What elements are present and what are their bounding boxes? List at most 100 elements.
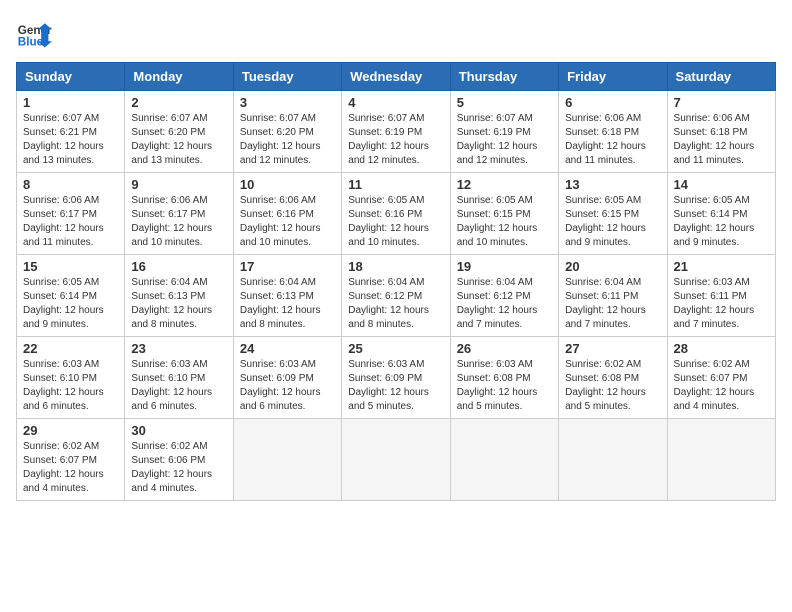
day-cell-1: 1Sunrise: 6:07 AMSunset: 6:21 PMDaylight…	[17, 91, 125, 173]
day-info: Sunrise: 6:06 AMSunset: 6:18 PMDaylight:…	[674, 112, 769, 168]
weekday-thursday: Thursday	[450, 63, 558, 91]
day-info: Sunrise: 6:06 AMSunset: 6:18 PMDaylight:…	[565, 112, 660, 168]
day-cell-3: 3 Sunrise: 6:07 AMSunset: 6:20 PMDaylight…	[233, 91, 341, 173]
day-cell-9: 9 Sunrise: 6:06 AMSunset: 6:17 PMDaylight…	[125, 173, 233, 255]
day-cell-13: 13 Sunrise: 6:05 AMSunset: 6:15 PMDayligh…	[559, 173, 667, 255]
day-number: 18	[348, 259, 443, 274]
day-cell-25: 25 Sunrise: 6:03 AMSunset: 6:09 PMDayligh…	[342, 337, 450, 419]
day-cell-19: 19 Sunrise: 6:04 AMSunset: 6:12 PMDayligh…	[450, 255, 558, 337]
day-number: 11	[348, 177, 443, 192]
day-cell-17: 17 Sunrise: 6:04 AMSunset: 6:13 PMDayligh…	[233, 255, 341, 337]
empty-cell	[559, 419, 667, 501]
day-cell-8: 8 Sunrise: 6:06 AMSunset: 6:17 PMDaylight…	[17, 173, 125, 255]
day-number: 6	[565, 95, 660, 110]
day-number: 9	[131, 177, 226, 192]
day-info: Sunrise: 6:02 AMSunset: 6:08 PMDaylight:…	[565, 358, 660, 414]
day-cell-12: 12 Sunrise: 6:05 AMSunset: 6:15 PMDayligh…	[450, 173, 558, 255]
day-info: Sunrise: 6:03 AMSunset: 6:10 PMDaylight:…	[131, 358, 226, 414]
day-number: 5	[457, 95, 552, 110]
logo-icon: General Blue	[16, 16, 52, 52]
empty-cell	[450, 419, 558, 501]
weekday-friday: Friday	[559, 63, 667, 91]
day-number: 2	[131, 95, 226, 110]
day-cell-18: 18 Sunrise: 6:04 AMSunset: 6:12 PMDayligh…	[342, 255, 450, 337]
day-info: Sunrise: 6:04 AMSunset: 6:13 PMDaylight:…	[240, 276, 335, 332]
week-row-4: 22 Sunrise: 6:03 AMSunset: 6:10 PMDayligh…	[17, 337, 776, 419]
day-number: 19	[457, 259, 552, 274]
weekday-wednesday: Wednesday	[342, 63, 450, 91]
day-cell-27: 27 Sunrise: 6:02 AMSunset: 6:08 PMDayligh…	[559, 337, 667, 419]
day-cell-26: 26 Sunrise: 6:03 AMSunset: 6:08 PMDayligh…	[450, 337, 558, 419]
day-cell-15: 15 Sunrise: 6:05 AMSunset: 6:14 PMDayligh…	[17, 255, 125, 337]
day-number: 30	[131, 423, 226, 438]
empty-cell	[342, 419, 450, 501]
day-number: 3	[240, 95, 335, 110]
day-number: 14	[674, 177, 769, 192]
day-number: 23	[131, 341, 226, 356]
day-cell-24: 24 Sunrise: 6:03 AMSunset: 6:09 PMDayligh…	[233, 337, 341, 419]
day-info: Sunrise: 6:07 AMSunset: 6:20 PMDaylight:…	[240, 112, 335, 168]
day-info: Sunrise: 6:05 AMSunset: 6:14 PMDaylight:…	[23, 276, 118, 332]
empty-cell	[233, 419, 341, 501]
day-number: 16	[131, 259, 226, 274]
day-info: Sunrise: 6:07 AMSunset: 6:19 PMDaylight:…	[348, 112, 443, 168]
day-cell-4: 4 Sunrise: 6:07 AMSunset: 6:19 PMDaylight…	[342, 91, 450, 173]
day-cell-23: 23 Sunrise: 6:03 AMSunset: 6:10 PMDayligh…	[125, 337, 233, 419]
day-info: Sunrise: 6:05 AMSunset: 6:14 PMDaylight:…	[674, 194, 769, 250]
day-number: 8	[23, 177, 118, 192]
day-cell-20: 20Sunrise: 6:04 AMSunset: 6:11 PMDayligh…	[559, 255, 667, 337]
day-info: Sunrise: 6:04 AMSunset: 6:12 PMDaylight:…	[457, 276, 552, 332]
calendar-body: 1Sunrise: 6:07 AMSunset: 6:21 PMDaylight…	[17, 91, 776, 501]
week-row-2: 8 Sunrise: 6:06 AMSunset: 6:17 PMDaylight…	[17, 173, 776, 255]
day-number: 22	[23, 341, 118, 356]
day-info: Sunrise: 6:03 AMSunset: 6:11 PMDaylight:…	[674, 276, 769, 332]
day-number: 12	[457, 177, 552, 192]
day-info: Sunrise: 6:02 AMSunset: 6:07 PMDaylight:…	[23, 440, 118, 496]
day-number: 26	[457, 341, 552, 356]
day-cell-11: 11 Sunrise: 6:05 AMSunset: 6:16 PMDayligh…	[342, 173, 450, 255]
day-cell-6: 6 Sunrise: 6:06 AMSunset: 6:18 PMDaylight…	[559, 91, 667, 173]
day-cell-29: 29Sunrise: 6:02 AMSunset: 6:07 PMDayligh…	[17, 419, 125, 501]
day-info: Sunrise: 6:06 AMSunset: 6:16 PMDaylight:…	[240, 194, 335, 250]
day-info: Sunrise: 6:05 AMSunset: 6:15 PMDaylight:…	[565, 194, 660, 250]
day-number: 13	[565, 177, 660, 192]
day-info: Sunrise: 6:07 AMSunset: 6:20 PMDaylight:…	[131, 112, 226, 168]
day-number: 28	[674, 341, 769, 356]
day-cell-10: 10 Sunrise: 6:06 AMSunset: 6:16 PMDayligh…	[233, 173, 341, 255]
day-number: 10	[240, 177, 335, 192]
empty-cell	[667, 419, 775, 501]
week-row-1: 1Sunrise: 6:07 AMSunset: 6:21 PMDaylight…	[17, 91, 776, 173]
day-number: 25	[348, 341, 443, 356]
day-number: 7	[674, 95, 769, 110]
day-info: Sunrise: 6:07 AMSunset: 6:19 PMDaylight:…	[457, 112, 552, 168]
day-info: Sunrise: 6:02 AMSunset: 6:07 PMDaylight:…	[674, 358, 769, 414]
day-info: Sunrise: 6:05 AMSunset: 6:15 PMDaylight:…	[457, 194, 552, 250]
weekday-saturday: Saturday	[667, 63, 775, 91]
logo: General Blue	[16, 16, 52, 52]
day-cell-28: 28 Sunrise: 6:02 AMSunset: 6:07 PMDayligh…	[667, 337, 775, 419]
day-info: Sunrise: 6:02 AMSunset: 6:06 PMDaylight:…	[131, 440, 226, 496]
day-number: 17	[240, 259, 335, 274]
day-cell-14: 14 Sunrise: 6:05 AMSunset: 6:14 PMDayligh…	[667, 173, 775, 255]
day-info: Sunrise: 6:04 AMSunset: 6:12 PMDaylight:…	[348, 276, 443, 332]
day-cell-22: 22Sunrise: 6:03 AMSunset: 6:10 PMDayligh…	[17, 337, 125, 419]
day-info: Sunrise: 6:03 AMSunset: 6:09 PMDaylight:…	[240, 358, 335, 414]
weekday-sunday: Sunday	[17, 63, 125, 91]
day-info: Sunrise: 6:07 AMSunset: 6:21 PMDaylight:…	[23, 112, 118, 168]
day-number: 27	[565, 341, 660, 356]
day-info: Sunrise: 6:04 AMSunset: 6:11 PMDaylight:…	[565, 276, 660, 332]
day-info: Sunrise: 6:05 AMSunset: 6:16 PMDaylight:…	[348, 194, 443, 250]
day-info: Sunrise: 6:03 AMSunset: 6:08 PMDaylight:…	[457, 358, 552, 414]
day-info: Sunrise: 6:03 AMSunset: 6:09 PMDaylight:…	[348, 358, 443, 414]
day-cell-5: 5 Sunrise: 6:07 AMSunset: 6:19 PMDaylight…	[450, 91, 558, 173]
day-info: Sunrise: 6:06 AMSunset: 6:17 PMDaylight:…	[23, 194, 118, 250]
day-number: 4	[348, 95, 443, 110]
day-number: 15	[23, 259, 118, 274]
week-row-5: 29Sunrise: 6:02 AMSunset: 6:07 PMDayligh…	[17, 419, 776, 501]
day-number: 24	[240, 341, 335, 356]
day-cell-21: 21Sunrise: 6:03 AMSunset: 6:11 PMDayligh…	[667, 255, 775, 337]
day-cell-2: 2 Sunrise: 6:07 AMSunset: 6:20 PMDaylight…	[125, 91, 233, 173]
day-info: Sunrise: 6:06 AMSunset: 6:17 PMDaylight:…	[131, 194, 226, 250]
calendar-table: SundayMondayTuesdayWednesdayThursdayFrid…	[16, 62, 776, 501]
day-cell-7: 7 Sunrise: 6:06 AMSunset: 6:18 PMDaylight…	[667, 91, 775, 173]
